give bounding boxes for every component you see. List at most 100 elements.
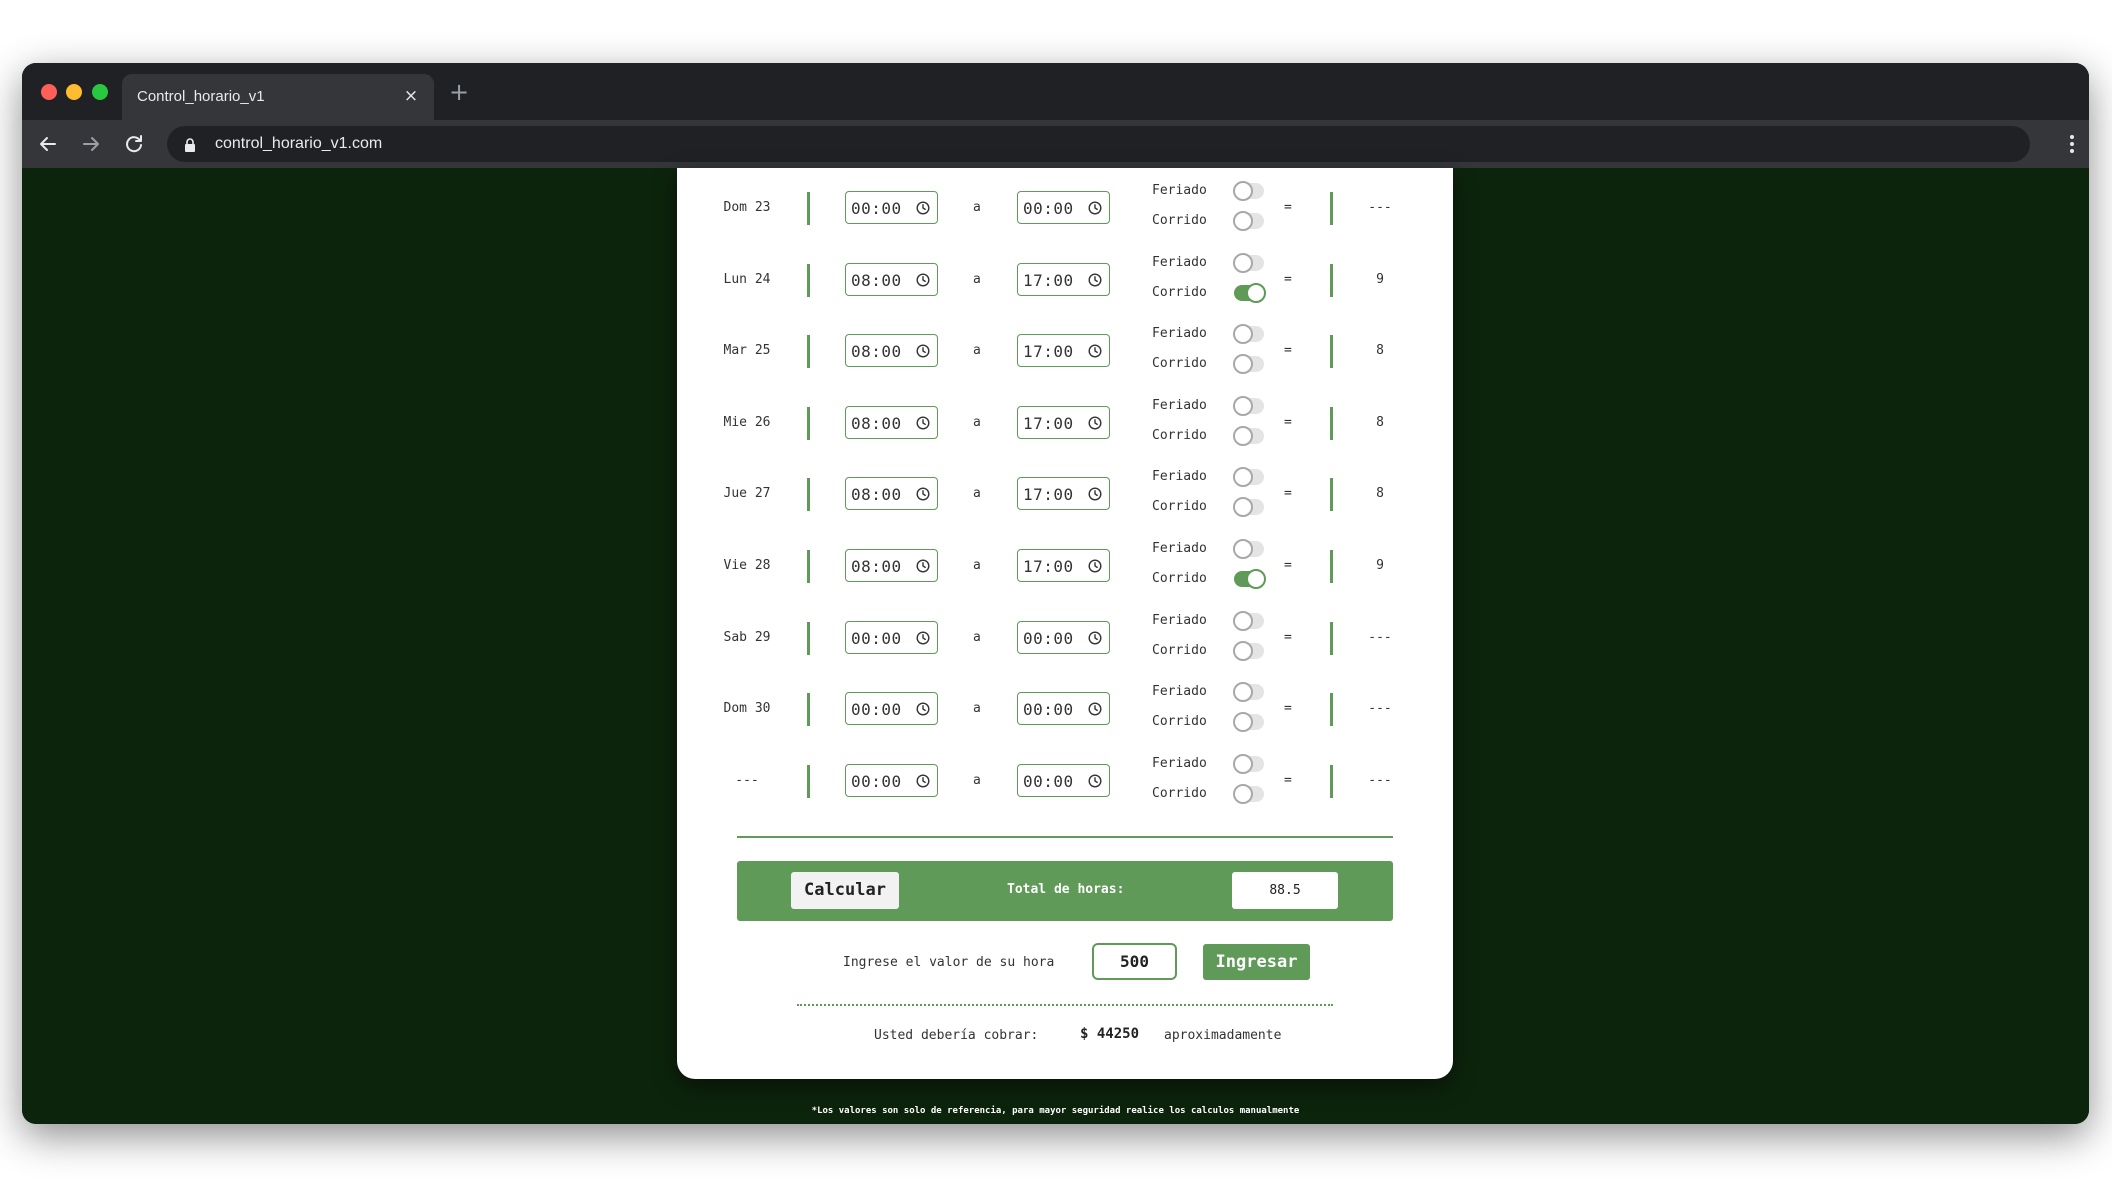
corrido-toggle[interactable]	[1233, 426, 1264, 446]
result-label: Usted debería cobrar:	[874, 1028, 1039, 1043]
day-hours-value: ---	[1368, 630, 1392, 645]
hours-divider	[1330, 622, 1333, 655]
clock-icon[interactable]	[1088, 773, 1102, 792]
start-time-input[interactable]: 00:00	[845, 191, 938, 224]
feriado-toggle[interactable]	[1233, 611, 1264, 631]
toggle-knob	[1233, 712, 1253, 732]
hour-rate-input[interactable]: 500	[1092, 943, 1177, 980]
end-time-input[interactable]: 17:00	[1017, 263, 1110, 296]
clock-icon[interactable]	[916, 701, 930, 720]
clock-icon[interactable]	[1088, 630, 1102, 649]
close-window-button[interactable]	[41, 84, 57, 100]
day-row: Vie 28 08:00 a 17:00 Feriado Corrido = 9	[677, 537, 1453, 597]
tab-close-icon[interactable]: ×	[400, 85, 422, 107]
day-row: Jue 27 08:00 a 17:00 Feriado Corrido = 8	[677, 465, 1453, 525]
start-time-input[interactable]: 08:00	[845, 334, 938, 367]
start-time-input[interactable]: 08:00	[845, 406, 938, 439]
feriado-toggle[interactable]	[1233, 181, 1264, 201]
hour-rate-label: Ingrese el valor de su hora	[843, 955, 1055, 970]
feriado-label: Feriado	[1152, 398, 1207, 413]
end-time-input[interactable]: 17:00	[1017, 549, 1110, 582]
new-tab-icon[interactable]: +	[449, 80, 469, 104]
feriado-label: Feriado	[1152, 756, 1207, 771]
kebab-menu-icon[interactable]	[2069, 134, 2075, 158]
clock-icon[interactable]	[916, 200, 930, 219]
hours-divider	[1330, 478, 1333, 511]
start-time-value: 00:00	[851, 199, 902, 218]
start-time-input[interactable]: 08:00	[845, 263, 938, 296]
clock-icon[interactable]	[916, 343, 930, 362]
end-time-input[interactable]: 00:00	[1017, 621, 1110, 654]
hours-divider	[1330, 335, 1333, 368]
end-time-input[interactable]: 17:00	[1017, 406, 1110, 439]
corrido-toggle[interactable]	[1233, 354, 1264, 374]
feriado-toggle[interactable]	[1233, 324, 1264, 344]
clock-icon[interactable]	[916, 272, 930, 291]
feriado-toggle[interactable]	[1233, 396, 1264, 416]
day-label: ---	[735, 773, 759, 788]
corrido-toggle[interactable]	[1233, 712, 1264, 732]
day-hours-value: ---	[1368, 701, 1392, 716]
ingresar-button[interactable]: Ingresar	[1203, 944, 1310, 980]
day-row: Dom 30 00:00 a 00:00 Feriado Corrido = ---	[677, 680, 1453, 740]
start-time-input[interactable]: 08:00	[845, 549, 938, 582]
equals-sign: =	[1284, 558, 1292, 573]
corrido-toggle[interactable]	[1233, 497, 1264, 517]
day-label: Dom 23	[723, 200, 771, 215]
day-divider	[807, 264, 810, 297]
clock-icon[interactable]	[1088, 415, 1102, 434]
address-bar[interactable]: control_horario_v1.com	[167, 126, 2030, 162]
feriado-toggle[interactable]	[1233, 253, 1264, 273]
corrido-label: Corrido	[1152, 285, 1207, 300]
feriado-toggle[interactable]	[1233, 539, 1264, 559]
clock-icon[interactable]	[916, 558, 930, 577]
start-time-input[interactable]: 00:00	[845, 621, 938, 654]
corrido-toggle[interactable]	[1234, 569, 1266, 589]
day-label: Jue 27	[723, 486, 771, 501]
day-row: Mie 26 08:00 a 17:00 Feriado Corrido = 8	[677, 394, 1453, 454]
feriado-toggle[interactable]	[1233, 754, 1264, 774]
clock-icon[interactable]	[1088, 200, 1102, 219]
end-time-value: 17:00	[1023, 485, 1074, 504]
end-time-input[interactable]: 00:00	[1017, 764, 1110, 797]
clock-icon[interactable]	[1088, 558, 1102, 577]
feriado-label: Feriado	[1152, 541, 1207, 556]
calcular-button[interactable]: Calcular	[791, 872, 899, 909]
corrido-toggle[interactable]	[1233, 211, 1264, 231]
start-time-input[interactable]: 00:00	[845, 692, 938, 725]
start-time-value: 08:00	[851, 485, 902, 504]
browser-tab[interactable]: Control_horario_v1 ×	[122, 74, 434, 120]
back-arrow-icon[interactable]	[34, 130, 62, 158]
end-time-value: 17:00	[1023, 414, 1074, 433]
clock-icon[interactable]	[916, 630, 930, 649]
end-time-input[interactable]: 17:00	[1017, 334, 1110, 367]
clock-icon[interactable]	[916, 415, 930, 434]
clock-icon[interactable]	[916, 773, 930, 792]
corrido-toggle[interactable]	[1233, 784, 1264, 804]
feriado-toggle[interactable]	[1233, 682, 1264, 702]
result-amount: $ 44250	[1080, 1026, 1140, 1042]
feriado-toggle[interactable]	[1233, 467, 1264, 487]
start-time-input[interactable]: 00:00	[845, 764, 938, 797]
minimize-window-button[interactable]	[66, 84, 82, 100]
clock-icon[interactable]	[1088, 701, 1102, 720]
start-time-input[interactable]: 08:00	[845, 477, 938, 510]
corrido-toggle[interactable]	[1234, 283, 1266, 303]
day-row: Dom 23 00:00 a 00:00 Feriado Corrido = ---	[677, 179, 1453, 239]
toggle-knob	[1233, 467, 1253, 487]
clock-icon[interactable]	[1088, 272, 1102, 291]
forward-arrow-icon[interactable]	[77, 130, 105, 158]
clock-icon[interactable]	[1088, 486, 1102, 505]
end-time-input[interactable]: 17:00	[1017, 477, 1110, 510]
day-label: Dom 30	[723, 701, 771, 716]
clock-icon[interactable]	[916, 486, 930, 505]
clock-icon[interactable]	[1088, 343, 1102, 362]
day-row: --- 00:00 a 00:00 Feriado Corrido = ---	[677, 752, 1453, 812]
day-hours-value: 8	[1376, 486, 1384, 501]
feriado-label: Feriado	[1152, 684, 1207, 699]
maximize-window-button[interactable]	[92, 84, 108, 100]
end-time-input[interactable]: 00:00	[1017, 191, 1110, 224]
reload-icon[interactable]	[120, 130, 148, 158]
corrido-toggle[interactable]	[1233, 641, 1264, 661]
end-time-input[interactable]: 00:00	[1017, 692, 1110, 725]
